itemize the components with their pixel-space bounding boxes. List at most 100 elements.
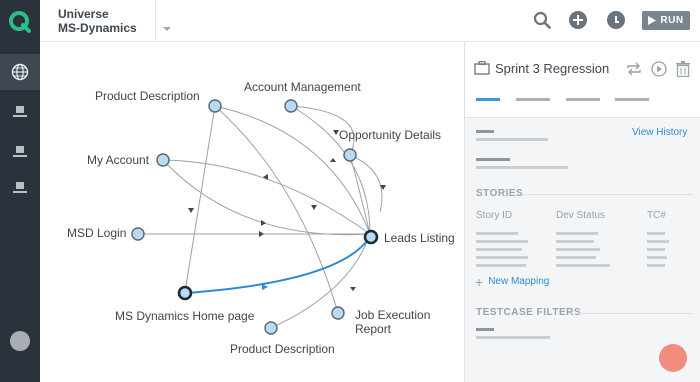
- monitor-icon: [13, 146, 27, 157]
- column-header-tc: TC#: [647, 210, 666, 221]
- placeholder-line: [476, 166, 568, 169]
- placeholder-line: [556, 248, 600, 251]
- edge-arrow: [311, 205, 317, 210]
- highlighted-edge-arrow: [262, 284, 268, 290]
- chevron-down-icon[interactable]: [162, 24, 172, 34]
- user-avatar[interactable]: [10, 331, 30, 351]
- placeholder-line: [647, 256, 667, 259]
- node-label: My Account: [87, 153, 150, 167]
- add-button[interactable]: [568, 10, 588, 30]
- monitor-icon: [13, 182, 27, 193]
- top-header: Universe MS-Dynamics RUN: [40, 0, 700, 42]
- universe-name: MS-Dynamics: [58, 21, 137, 35]
- placeholder-line: [556, 256, 596, 259]
- placeholder-line: [476, 336, 550, 339]
- node-label: MS Dynamics Home page: [115, 309, 255, 323]
- graph-node[interactable]: [156, 153, 170, 167]
- node-label: Product Description: [230, 342, 335, 356]
- app-logo[interactable]: [8, 10, 32, 34]
- node-label: Opportunity Details: [339, 128, 442, 142]
- sidebar-item-globe[interactable]: [0, 54, 40, 90]
- run-button[interactable]: RUN: [642, 11, 690, 30]
- new-mapping-label: New Mapping: [488, 276, 550, 287]
- search-icon: [533, 11, 551, 29]
- placeholder-line: [476, 248, 522, 251]
- placeholder-line: [476, 264, 526, 267]
- sidebar-item-screen-1[interactable]: [0, 94, 40, 130]
- placeholder-line: [476, 256, 528, 259]
- edge-arrow: [188, 208, 194, 213]
- testcase-filters-title: TESTCASE FILTERS: [476, 307, 582, 318]
- flow-graph-canvas[interactable]: Product Description Account Management O…: [40, 42, 464, 382]
- globe-icon: [11, 63, 29, 81]
- highlighted-edge: [184, 236, 371, 294]
- edge: [162, 159, 371, 236]
- search-button[interactable]: [532, 10, 552, 30]
- graph-node[interactable]: [331, 306, 345, 320]
- play-icon: [648, 16, 657, 25]
- graph-node[interactable]: [264, 321, 278, 335]
- graph-node-selected[interactable]: [177, 285, 193, 301]
- stories-section-title: STORIES: [476, 188, 524, 199]
- user-menu-button[interactable]: [606, 10, 626, 30]
- placeholder-line: [647, 264, 665, 267]
- node-label: Product Description: [95, 89, 200, 103]
- panel-header: Sprint 3 Regression: [465, 42, 700, 118]
- new-mapping-link[interactable]: + New Mapping: [475, 273, 550, 290]
- node-label: Report: [355, 322, 392, 336]
- placeholder-line: [556, 240, 594, 243]
- universe-label: Universe: [58, 7, 109, 21]
- monitor-icon: [13, 106, 27, 117]
- graph-node[interactable]: [284, 99, 298, 113]
- view-history-link[interactable]: View History: [632, 127, 687, 138]
- briefcase-icon: [474, 61, 490, 75]
- panel-title: Sprint 3 Regression: [495, 61, 610, 76]
- edge-arrow: [330, 158, 336, 162]
- edge-arrow: [259, 231, 264, 237]
- tab-1[interactable]: [476, 98, 500, 101]
- edge: [162, 159, 371, 235]
- user-icon: [607, 11, 625, 29]
- placeholder-line: [476, 158, 510, 161]
- placeholder-line: [647, 240, 669, 243]
- divider: [571, 313, 693, 314]
- universe-selector[interactable]: Universe MS-Dynamics: [40, 0, 156, 42]
- placeholder-line: [476, 138, 548, 141]
- tab-2[interactable]: [516, 98, 550, 101]
- sidebar-item-screen-3[interactable]: [0, 170, 40, 206]
- graph-node[interactable]: [208, 99, 222, 113]
- sidebar: [0, 0, 40, 382]
- trash-icon[interactable]: [676, 61, 690, 77]
- tab-3[interactable]: [566, 98, 600, 101]
- placeholder-line: [476, 232, 518, 235]
- placeholder-line: [476, 130, 494, 133]
- run-label: RUN: [660, 15, 684, 26]
- graph-node[interactable]: [343, 148, 357, 162]
- plus-icon: +: [475, 273, 484, 290]
- node-label: MSD Login: [67, 226, 127, 240]
- details-panel: Sprint 3 Regression View History STORIES…: [464, 42, 700, 382]
- add-icon: [569, 11, 587, 29]
- node-label: Job Execution: [355, 308, 431, 322]
- placeholder-line: [476, 328, 494, 331]
- divider: [523, 194, 693, 195]
- floating-action-button[interactable]: [659, 344, 687, 372]
- placeholder-line: [647, 232, 665, 235]
- placeholder-line: [556, 264, 610, 267]
- column-header-story-id: Story ID: [476, 210, 513, 221]
- graph-node-selected[interactable]: [363, 229, 379, 245]
- tab-4[interactable]: [615, 98, 649, 101]
- node-label: Account Management: [244, 80, 361, 94]
- placeholder-line: [476, 240, 528, 243]
- play-circle-icon[interactable]: [651, 61, 667, 77]
- edge-arrow: [263, 174, 268, 180]
- repeat-icon[interactable]: [626, 62, 642, 76]
- placeholder-line: [647, 248, 665, 251]
- column-header-dev-status: Dev Status: [556, 210, 605, 221]
- placeholder-line: [556, 232, 598, 235]
- edge-arrow: [350, 287, 356, 291]
- edge-arrow: [261, 220, 266, 226]
- node-label: Leads Listing: [384, 231, 455, 245]
- graph-node[interactable]: [131, 227, 145, 241]
- sidebar-item-screen-2[interactable]: [0, 134, 40, 170]
